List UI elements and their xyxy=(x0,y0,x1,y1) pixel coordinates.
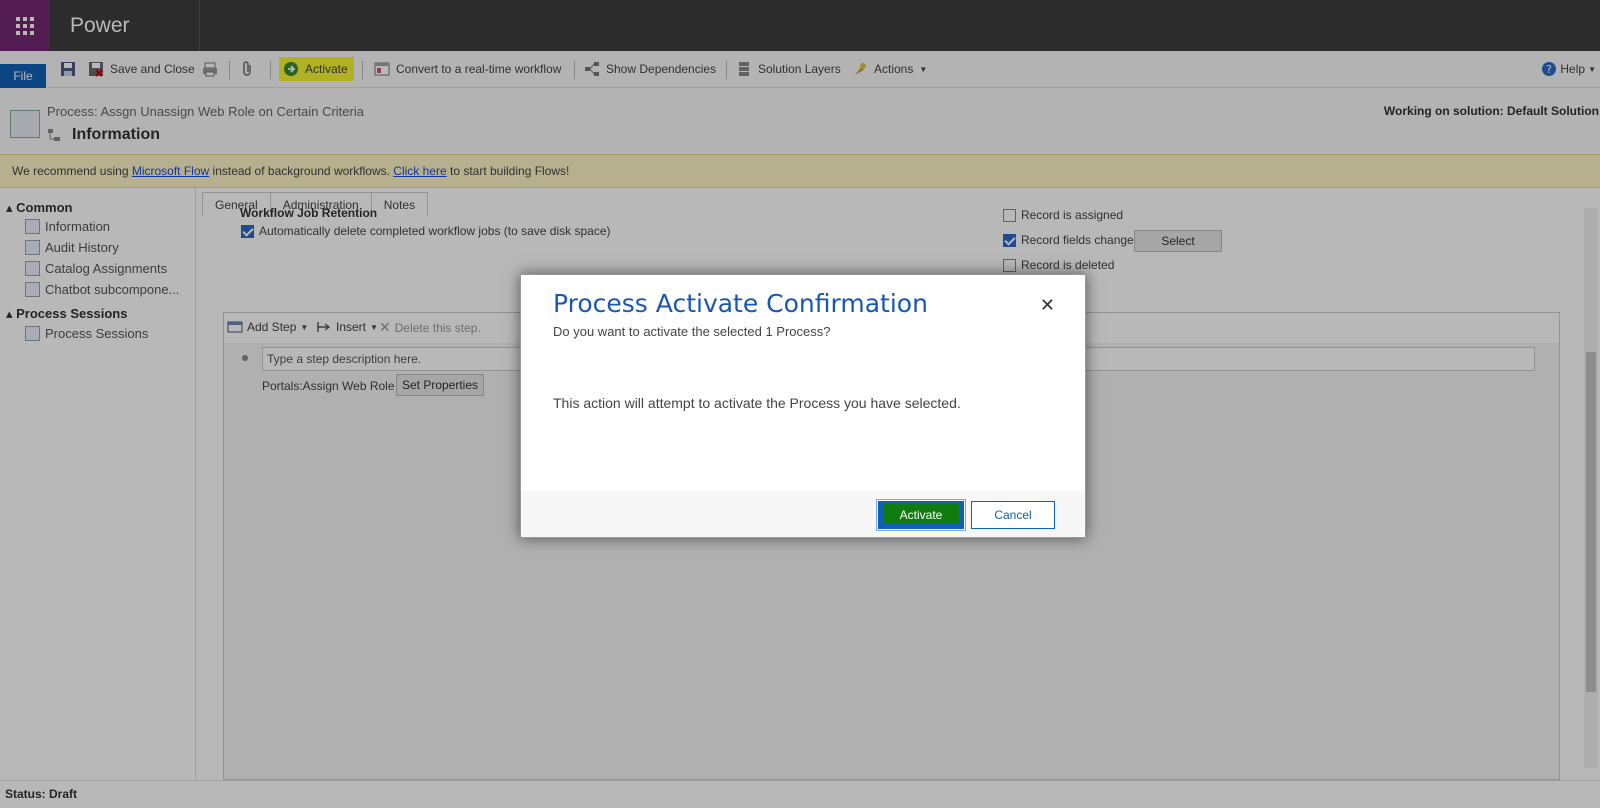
dialog-message: This action will attempt to activate the… xyxy=(553,395,961,411)
dialog-title: Process Activate Confirmation xyxy=(553,289,928,318)
activate-confirmation-dialog: Process Activate Confirmation ✕ Do you w… xyxy=(520,274,1086,538)
dialog-cancel-button[interactable]: Cancel xyxy=(971,501,1055,529)
dialog-activate-label: Activate xyxy=(883,504,959,524)
dialog-activate-button[interactable]: Activate xyxy=(876,499,966,531)
close-icon[interactable]: ✕ xyxy=(1040,295,1055,316)
dialog-subtitle: Do you want to activate the selected 1 P… xyxy=(553,324,831,339)
dialog-footer: Activate Cancel xyxy=(521,491,1085,537)
